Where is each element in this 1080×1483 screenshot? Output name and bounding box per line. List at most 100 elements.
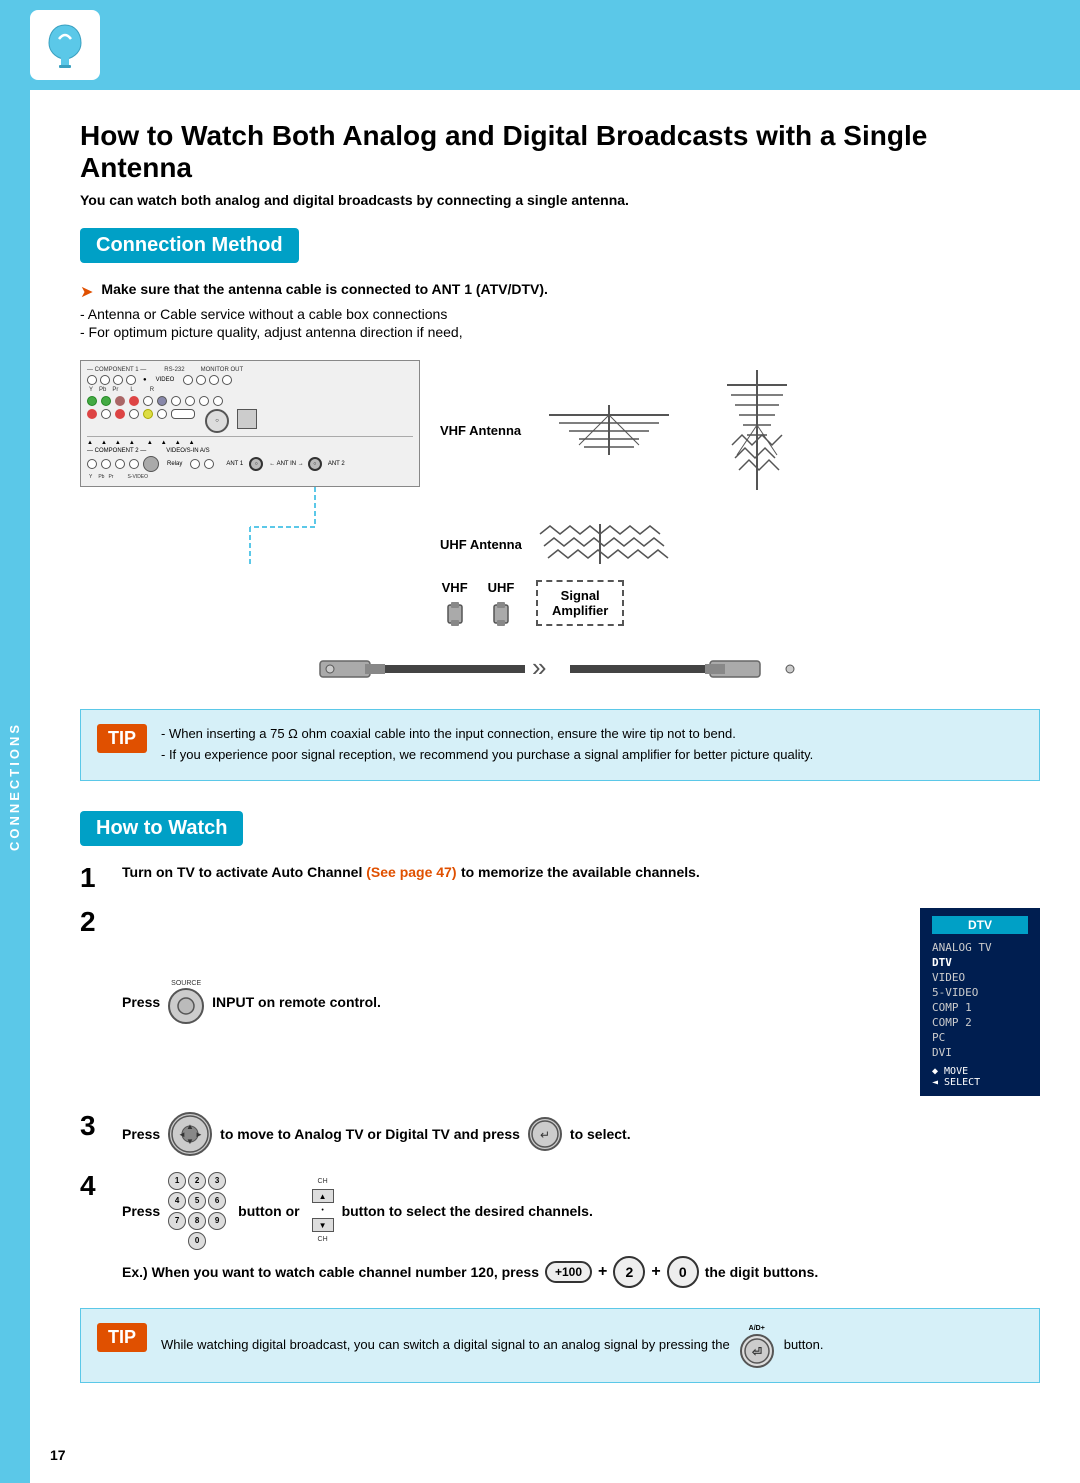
bottom-tip-row: While watching digital broadcast, you ca… <box>161 1323 823 1368</box>
how-to-watch-section: How to Watch 1 Turn on TV to activate Au… <box>80 811 1040 1288</box>
sidebar-label: CONNECTIONS <box>8 722 23 851</box>
step-1-text1: Turn on TV to activate Auto Channel <box>122 864 366 880</box>
svg-text:»: » <box>532 652 546 682</box>
vhf-antenna-svg <box>529 405 689 455</box>
tip1-label: TIP <box>97 724 147 753</box>
logo <box>30 10 100 80</box>
example-text: Ex.) When you want to watch cable channe… <box>122 1264 539 1280</box>
step-3-inline: Press ▲ ▼ ◄ ► to move to Analog TV or Di… <box>122 1112 1040 1156</box>
num-2-button: 2 <box>613 1256 645 1288</box>
step-4-desc: Press 1 2 3 4 5 6 7 8 9 0 <box>122 1172 1040 1288</box>
svg-text:⏎: ⏎ <box>751 1345 762 1359</box>
dtv-menu-dvi: DVI <box>932 1045 1028 1060</box>
page-title: How to Watch Both Analog and Digital Bro… <box>80 120 1040 184</box>
coax-diagram: » <box>80 649 1040 689</box>
key-9: 9 <box>208 1212 226 1230</box>
dtv-menu-footer: ◆ MOVE◄ SELECT <box>932 1066 1028 1088</box>
ch-down-key: ▼ <box>312 1218 334 1232</box>
ch-up-key: ▲ <box>312 1189 334 1203</box>
source-label: SOURCE <box>171 980 201 987</box>
step-4-text: button to select the desired channels. <box>342 1203 593 1219</box>
tip2-text-main: While watching digital broadcast, you ca… <box>161 1335 730 1356</box>
uhf-connector-icon <box>486 599 516 629</box>
svg-text:◄: ◄ <box>178 1130 186 1139</box>
bullet-main: ➤ Make sure that the antenna cable is co… <box>80 281 1040 302</box>
vhf-connector-icon <box>440 599 470 629</box>
bullet-sub-2: - For optimum picture quality, adjust an… <box>80 324 1040 340</box>
connection-method-label: Connection Method <box>96 234 283 256</box>
key-6: 6 <box>208 1192 226 1210</box>
key-1: 1 <box>168 1172 186 1190</box>
dtv-menu-analog: ANALOG TV <box>932 940 1028 955</box>
dtv-menu-svideo: 5-VIDEO <box>932 985 1028 1000</box>
how-to-watch-label: How to Watch <box>96 817 227 839</box>
tall-antenna-svg <box>717 370 797 490</box>
step-2: 2 Press SOURCE INPUT on remote control. <box>80 908 1040 1096</box>
key-5: 5 <box>188 1192 206 1210</box>
source-button-icon <box>168 988 204 1024</box>
key-8: 8 <box>188 1212 206 1230</box>
enter-button-icon: ↵ <box>528 1117 562 1151</box>
key-4: 4 <box>168 1192 186 1210</box>
dtv-menu: DTV ANALOG TV DTV VIDEO 5-VIDEO COMP 1 C… <box>920 908 1040 1096</box>
page-number: 17 <box>50 1447 66 1463</box>
step-3-press: Press <box>122 1126 160 1142</box>
key-2: 2 <box>188 1172 206 1190</box>
svg-text:▼: ▼ <box>186 1137 194 1146</box>
step-4-num: 4 <box>80 1172 110 1200</box>
step-1: 1 Turn on TV to activate Auto Channel (S… <box>80 864 1040 892</box>
step-4-button-or: button or <box>238 1203 299 1219</box>
key-3: 3 <box>208 1172 226 1190</box>
step-1-link: (See page 47) <box>366 864 456 880</box>
connection-method-header: Connection Method <box>80 228 299 263</box>
plus-sign-1: + <box>598 1263 607 1281</box>
bullet-sub-1: - Antenna or Cable service without a cab… <box>80 306 1040 322</box>
dtv-menu-pc: PC <box>932 1030 1028 1045</box>
coax-cable-svg: » <box>310 649 810 689</box>
step-3: 3 Press ▲ ▼ ◄ ► to <box>80 1112 1040 1156</box>
uhf-antenna-svg <box>530 524 670 564</box>
step-4-inline: Press 1 2 3 4 5 6 7 8 9 0 <box>122 1172 1040 1250</box>
svg-text:►: ► <box>195 1130 203 1139</box>
vhf-antenna-label: VHF Antenna <box>440 423 521 438</box>
step-4: 4 Press 1 2 3 4 5 6 7 8 9 <box>80 1172 1040 1288</box>
tip1-text: - When inserting a 75 Ω ohm coaxial cabl… <box>161 724 813 766</box>
main-content: How to Watch Both Analog and Digital Bro… <box>30 90 1080 1443</box>
tip1-box: TIP - When inserting a 75 Ω ohm coaxial … <box>80 709 1040 781</box>
dtv-menu-title: DTV <box>932 916 1028 934</box>
dtv-menu-video: VIDEO <box>932 970 1028 985</box>
step-3-select: to select. <box>570 1126 631 1142</box>
sidebar: CONNECTIONS <box>0 90 30 1483</box>
connection-line-svg <box>80 487 420 567</box>
step-3-text: to move to Analog TV or Digital TV and p… <box>220 1126 520 1142</box>
dtv-menu-comp2: COMP 2 <box>932 1015 1028 1030</box>
dtv-menu-dtv: DTV <box>932 955 1028 970</box>
numpad-icon: 1 2 3 4 5 6 7 8 9 0 <box>168 1172 226 1250</box>
uhf-short-label: UHF <box>488 580 515 595</box>
step-2-desc: Press SOURCE INPUT on remote control. <box>122 908 1040 1096</box>
step-2-text: INPUT on remote control. <box>212 994 381 1010</box>
how-to-watch-header: How to Watch <box>80 811 243 846</box>
key-7: 7 <box>168 1212 186 1230</box>
signal-amplifier-label2: Amplifier <box>552 603 608 618</box>
tip2-text: While watching digital broadcast, you ca… <box>161 1323 823 1368</box>
ch-button-icon: CH ▲ • ▼ CH <box>312 1178 334 1243</box>
page-subtitle: You can watch both analog and digital br… <box>80 192 1040 208</box>
tip2-label: TIP <box>97 1323 147 1352</box>
plus100-button: +100 <box>545 1261 592 1283</box>
num-0-button: 0 <box>667 1256 699 1288</box>
bullet-main-text: Make sure that the antenna cable is conn… <box>101 281 548 297</box>
plus-sign-2: + <box>651 1263 660 1281</box>
key-0: 0 <box>188 1232 206 1250</box>
vhf-short-label: VHF <box>442 580 468 595</box>
svg-text:↵: ↵ <box>540 1128 550 1142</box>
dtv-menu-comp1: COMP 1 <box>932 1000 1028 1015</box>
step-3-desc: Press ▲ ▼ ◄ ► to move to Analog TV or Di… <box>122 1112 1040 1156</box>
tip2-box: TIP While watching digital broadcast, yo… <box>80 1308 1040 1383</box>
bullet-section: ➤ Make sure that the antenna cable is co… <box>80 281 1040 340</box>
step-1-text2: to memorize the available channels. <box>461 864 700 880</box>
channel-example: Ex.) When you want to watch cable channe… <box>122 1256 1040 1288</box>
tip2-text-button: button. <box>784 1335 824 1356</box>
step-1-num: 1 <box>80 864 110 892</box>
ad-plus-button-icon: ⏎ <box>740 1334 774 1368</box>
